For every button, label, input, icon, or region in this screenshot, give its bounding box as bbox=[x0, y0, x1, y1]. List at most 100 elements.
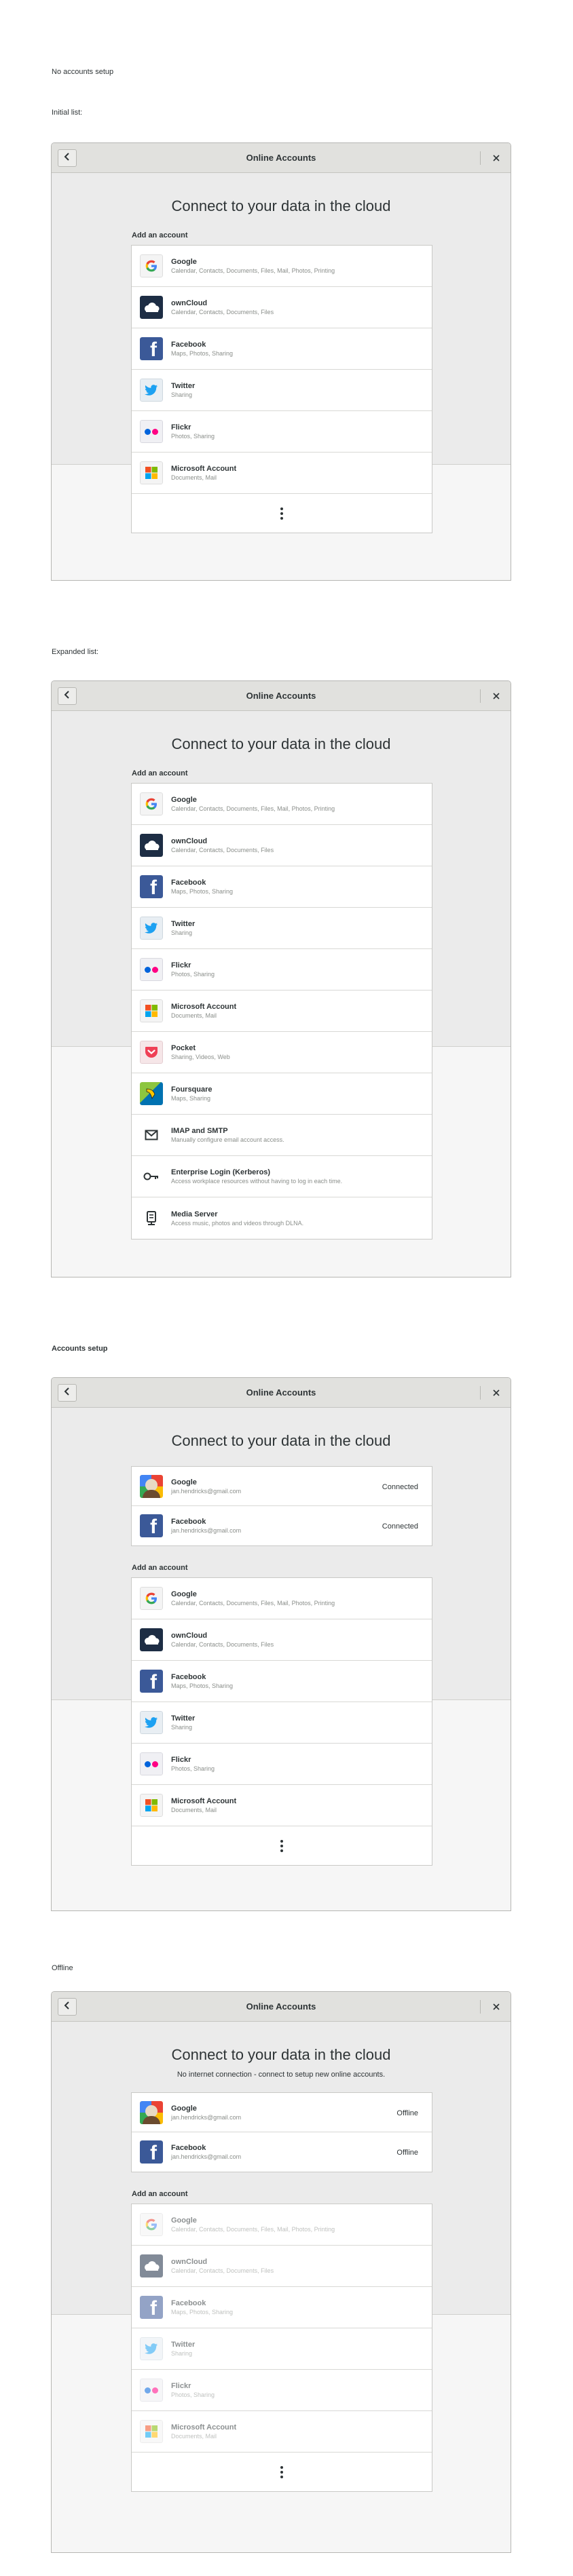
provider-name: Microsoft Account bbox=[171, 2423, 237, 2431]
provider-description: Calendar, Contacts, Documents, Files bbox=[171, 309, 274, 315]
provider-name: Flickr bbox=[171, 961, 191, 969]
key-icon bbox=[140, 1165, 163, 1188]
provider-row[interactable]: f Facebook Maps, Photos, Sharing bbox=[132, 328, 432, 370]
owncloud-icon bbox=[140, 834, 163, 857]
account-row-facebook[interactable]: f Facebook jan.hendricks@gmail.com Offline bbox=[132, 2132, 432, 2172]
provider-description: Maps, Photos, Sharing bbox=[171, 888, 234, 895]
section-subtitle-expanded: Expanded list: bbox=[52, 648, 99, 656]
google-icon bbox=[140, 2213, 163, 2236]
provider-row[interactable]: Microsoft Account Documents, Mail bbox=[132, 453, 432, 494]
close-icon bbox=[493, 691, 500, 701]
provider-row[interactable]: ownCloud Calendar, Contacts, Documents, F… bbox=[132, 287, 432, 328]
show-more-button[interactable] bbox=[132, 1826, 432, 1865]
add-account-label: Add an account bbox=[132, 2190, 188, 2198]
account-row-facebook[interactable]: f Facebook jan.hendricks@gmail.com Connecte… bbox=[132, 1506, 432, 1545]
provider-description: Calendar, Contacts, Documents, Files, Ma… bbox=[171, 267, 335, 274]
content-area: Connect to your data in the cloud No inte… bbox=[52, 2022, 511, 2552]
provider-name: Facebook bbox=[171, 1673, 206, 1681]
provider-description: Documents, Mail bbox=[171, 1012, 217, 1019]
show-more-button bbox=[132, 2453, 432, 2491]
titlebar: Online Accounts bbox=[52, 1992, 511, 2022]
provider-description: Access workplace resources without havin… bbox=[171, 1178, 343, 1185]
account-row-google[interactable]: Google jan.hendricks@gmail.com Connected bbox=[132, 1467, 432, 1506]
more-vertical-icon bbox=[280, 506, 283, 520]
provider-description: Access music, photos and videos through … bbox=[171, 1219, 304, 1227]
provider-row[interactable]: Media Server Access music, photos and vid… bbox=[132, 1197, 432, 1239]
provider-row[interactable]: Google Calendar, Contacts, Documents, Fil… bbox=[132, 1578, 432, 1619]
provider-name: Microsoft Account bbox=[171, 1797, 237, 1805]
close-button[interactable] bbox=[490, 2001, 502, 2013]
provider-row[interactable]: Pocket Sharing, Videos, Web bbox=[132, 1032, 432, 1073]
provider-description: Calendar, Contacts, Documents, Files bbox=[171, 1641, 274, 1648]
provider-name: Media Server bbox=[171, 1210, 218, 1218]
add-account-label: Add an account bbox=[132, 769, 188, 777]
close-icon bbox=[493, 2001, 500, 2012]
account-status: Connected bbox=[382, 1483, 418, 1491]
provider-row: Twitter Sharing bbox=[132, 2328, 432, 2370]
titlebar: Online Accounts bbox=[52, 1378, 511, 1408]
provider-row[interactable]: Google Calendar, Contacts, Documents, Fil… bbox=[132, 246, 432, 287]
provider-name: Facebook bbox=[171, 2299, 206, 2307]
provider-description: Documents, Mail bbox=[171, 474, 217, 481]
provider-row[interactable]: Twitter Sharing bbox=[132, 370, 432, 411]
account-email: jan.hendricks@gmail.com bbox=[171, 2113, 242, 2121]
close-button[interactable] bbox=[490, 1387, 502, 1399]
provider-name: Microsoft Account bbox=[171, 1003, 237, 1011]
show-more-button[interactable] bbox=[132, 494, 432, 533]
account-status: Offline bbox=[396, 2109, 418, 2117]
provider-description: Maps, Sharing bbox=[171, 1095, 211, 1102]
titlebar-separator bbox=[480, 151, 481, 165]
connected-accounts-list: Google jan.hendricks@gmail.com Connected f F… bbox=[131, 1466, 432, 1546]
facebook-icon: f bbox=[140, 2296, 163, 2319]
provider-name: Twitter bbox=[171, 2341, 196, 2349]
close-icon bbox=[493, 1387, 500, 1398]
offline-message: No internet connection - connect to setu… bbox=[177, 2071, 386, 2079]
provider-row[interactable]: ownCloud Calendar, Contacts, Documents, F… bbox=[132, 825, 432, 866]
provider-name: Flickr bbox=[171, 1756, 191, 1764]
google-icon bbox=[140, 1587, 163, 1610]
google-icon bbox=[140, 254, 163, 277]
content-area: Connect to your data in the cloud Google j… bbox=[52, 1408, 511, 1910]
google-account-icon bbox=[140, 1474, 163, 1498]
account-row-google[interactable]: Google jan.hendricks@gmail.com Offline bbox=[132, 2093, 432, 2132]
provider-description: Maps, Photos, Sharing bbox=[171, 1683, 234, 1689]
provider-row[interactable]: Microsoft Account Documents, Mail bbox=[132, 1785, 432, 1826]
provider-description: Photos, Sharing bbox=[171, 433, 215, 440]
more-vertical-icon bbox=[280, 2465, 283, 2479]
media-server-icon bbox=[140, 1207, 163, 1230]
flickr-icon bbox=[140, 958, 163, 981]
provider-row[interactable]: Microsoft Account Documents, Mail bbox=[132, 991, 432, 1032]
provider-row[interactable]: Twitter Sharing bbox=[132, 1702, 432, 1744]
provider-row[interactable]: Foursquare Maps, Sharing bbox=[132, 1073, 432, 1115]
provider-row[interactable]: Enterprise Login (Kerberos) Access workpl… bbox=[132, 1156, 432, 1197]
window-title: Online Accounts bbox=[246, 1387, 316, 1398]
provider-name: Twitter bbox=[171, 382, 196, 390]
close-button[interactable] bbox=[490, 152, 502, 164]
page-heading: Connect to your data in the cloud bbox=[171, 735, 391, 752]
facebook-icon: f bbox=[140, 1670, 163, 1693]
close-button[interactable] bbox=[490, 690, 502, 702]
titlebar-separator bbox=[480, 1386, 481, 1400]
provider-row[interactable]: f Facebook Maps, Photos, Sharing bbox=[132, 1661, 432, 1702]
provider-row[interactable]: f Facebook Maps, Photos, Sharing bbox=[132, 866, 432, 908]
provider-description: Documents, Mail bbox=[171, 1807, 217, 1813]
twitter-icon bbox=[140, 1711, 163, 1734]
facebook-icon: f bbox=[140, 1514, 163, 1537]
provider-row[interactable]: ownCloud Calendar, Contacts, Documents, F… bbox=[132, 1619, 432, 1661]
provider-description: Calendar, Contacts, Documents, Files, Ma… bbox=[171, 805, 335, 812]
provider-row[interactable]: Twitter Sharing bbox=[132, 908, 432, 949]
account-name: Google bbox=[171, 1478, 197, 1486]
add-account-label: Add an account bbox=[132, 231, 188, 239]
owncloud-icon bbox=[140, 1628, 163, 1651]
provider-row[interactable]: Flickr Photos, Sharing bbox=[132, 1744, 432, 1785]
provider-row[interactable]: Flickr Photos, Sharing bbox=[132, 949, 432, 991]
provider-row[interactable]: Flickr Photos, Sharing bbox=[132, 411, 432, 453]
account-email: jan.hendricks@gmail.com bbox=[171, 2153, 242, 2160]
section-title-accounts-setup: Accounts setup bbox=[52, 1345, 108, 1353]
account-name: Facebook bbox=[171, 1518, 206, 1526]
window-title: Online Accounts bbox=[246, 2001, 316, 2012]
microsoft-icon bbox=[140, 999, 163, 1022]
provider-row[interactable]: IMAP and SMTP Manually configure email ac… bbox=[132, 1115, 432, 1156]
provider-row[interactable]: Google Calendar, Contacts, Documents, Fil… bbox=[132, 784, 432, 825]
provider-description: Sharing bbox=[171, 929, 193, 936]
